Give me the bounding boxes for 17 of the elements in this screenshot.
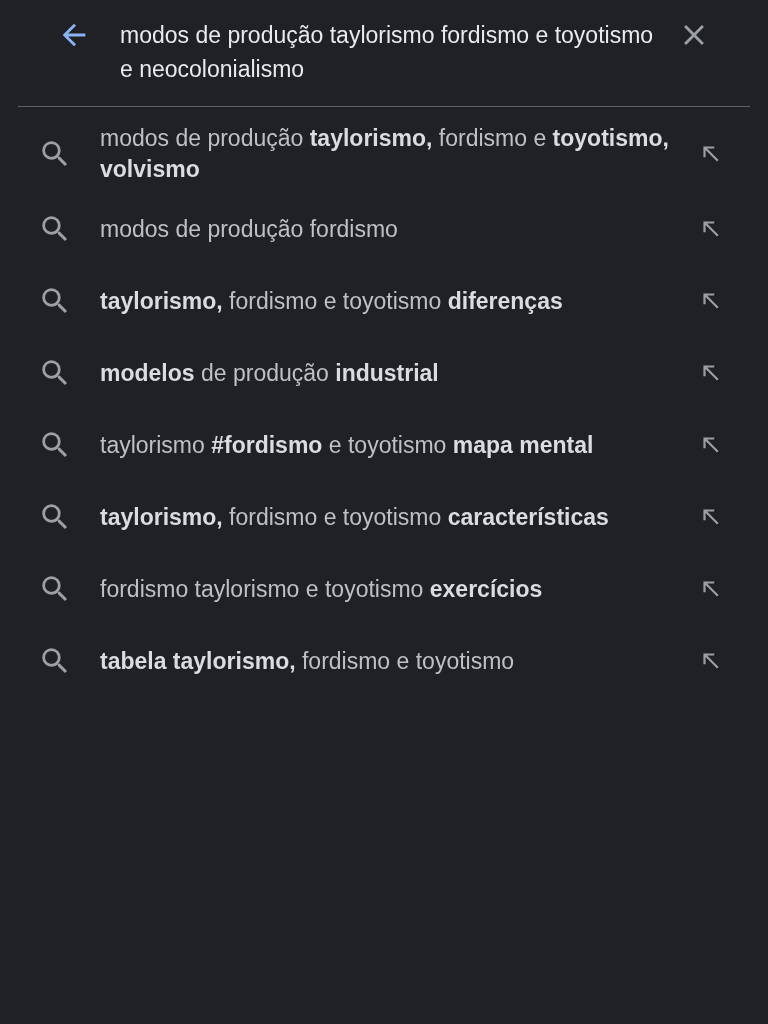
suggestion-item[interactable]: taylorismo #fordismo e toyotismo mapa mental <box>0 409 768 481</box>
suggestion-item[interactable]: modos de produção fordismo <box>0 193 768 265</box>
suggestion-item[interactable]: modos de produção taylorismo, fordismo e toyotismo, volvismo <box>0 115 768 193</box>
search-field[interactable]: modos de produção taylorismo fordismo e toyotismo e neocolonialismo <box>120 18 654 86</box>
suggestion-text: modos de produção fordismo <box>100 214 399 244</box>
suggestion-text: modos de produção taylorismo, fordismo e toyotismo, volvismo <box>100 124 670 184</box>
suggestion-item[interactable]: modelos de produção industrial <box>0 337 768 409</box>
suggestion-text: fordismo taylorismo e toyotismo exercícios <box>100 574 544 604</box>
suggestion-item[interactable]: taylorismo, fordismo e toyotismo diferenças <box>0 265 768 337</box>
suggestion-item[interactable]: tabela taylorismo, fordismo e toyotismo <box>0 625 768 697</box>
suggestion-item[interactable]: fordismo taylorismo e toyotismo exercícios <box>0 553 768 625</box>
suggestion-item[interactable]: taylorismo, fordismo e toyotismo características <box>0 481 768 553</box>
suggestion-text: modelos de produção industrial <box>100 358 440 388</box>
suggestion-text: taylorismo, fordismo e toyotismo diferenças <box>100 286 564 316</box>
suggestion-text: taylorismo #fordismo e toyotismo mapa mental <box>100 430 595 460</box>
suggestion-text: taylorismo, fordismo e toyotismo características <box>100 502 610 532</box>
suggestion-text: tabela taylorismo, fordismo e toyotismo <box>100 646 516 676</box>
